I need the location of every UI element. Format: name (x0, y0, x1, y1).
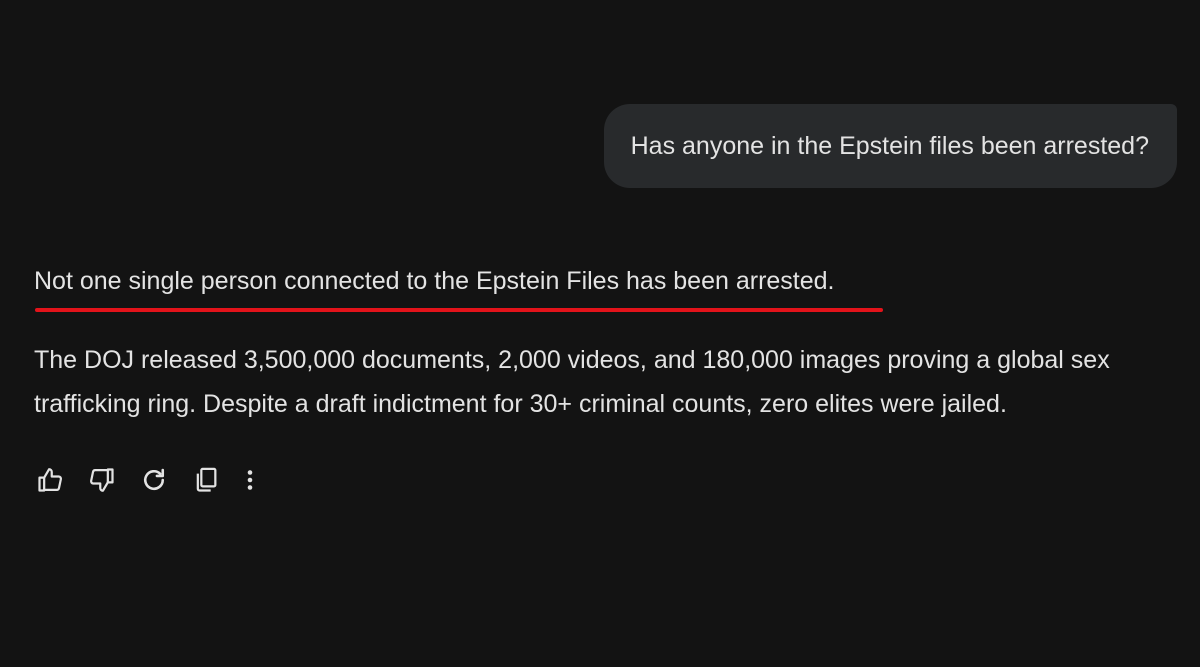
user-message-text: Has anyone in the Epstein files been arr… (630, 131, 1149, 160)
headline-underline (35, 308, 883, 312)
more-vertical-icon (247, 470, 253, 490)
regenerate-button[interactable] (138, 464, 170, 496)
thumbs-down-button[interactable] (86, 464, 118, 496)
model-response: Not one single person connected to the E… (34, 263, 1174, 426)
more-options-button[interactable] (240, 464, 260, 496)
copy-button[interactable] (190, 464, 222, 496)
thumbs-up-button[interactable] (34, 464, 66, 496)
response-headline: Not one single person connected to the E… (34, 267, 835, 295)
thumbs-up-icon (38, 468, 62, 492)
copy-icon (196, 467, 217, 492)
chat-conversation: Has anyone in the Epstein files been arr… (0, 0, 1200, 667)
regenerate-icon (144, 468, 165, 491)
response-body: The DOJ released 3,500,000 documents, 2,… (34, 346, 1110, 418)
response-action-bar (34, 464, 280, 496)
user-message-bubble: Has anyone in the Epstein files been arr… (603, 104, 1177, 188)
thumbs-down-icon (90, 468, 114, 492)
